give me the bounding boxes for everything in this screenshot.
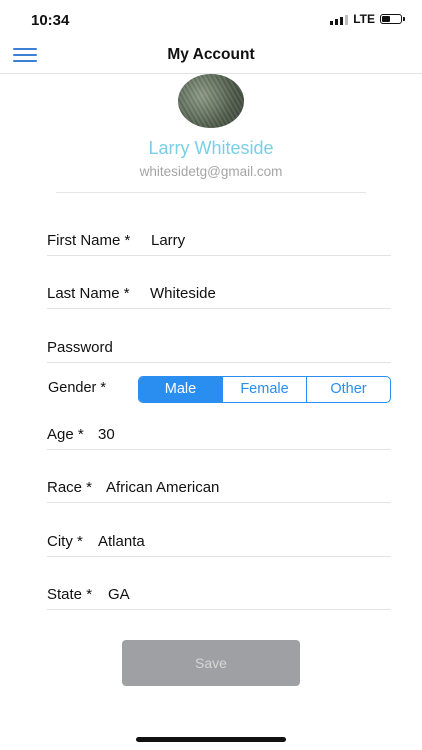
- state-value[interactable]: GA: [108, 586, 130, 603]
- status-time: 10:34: [31, 12, 70, 29]
- nav-bar: My Account: [0, 40, 422, 74]
- state-label: State *: [47, 586, 93, 603]
- first-name-field[interactable]: First Name * Larry: [47, 225, 391, 256]
- race-value[interactable]: African American: [106, 479, 219, 496]
- avatar[interactable]: [178, 74, 244, 128]
- age-field[interactable]: Age * 30: [47, 419, 391, 450]
- gender-segmented-control[interactable]: Male Female Other: [138, 376, 391, 403]
- network-type: LTE: [353, 12, 375, 26]
- state-field[interactable]: State * GA: [47, 579, 391, 610]
- profile-divider: [56, 192, 366, 193]
- first-name-label: First Name *: [47, 232, 131, 249]
- battery-icon: [380, 14, 405, 24]
- first-name-value[interactable]: Larry: [151, 232, 185, 249]
- race-field[interactable]: Race * African American: [47, 472, 391, 503]
- gender-option-female[interactable]: Female: [222, 377, 306, 402]
- profile-email: whitesidetg@gmail.com: [139, 164, 283, 179]
- gender-option-male[interactable]: Male: [139, 377, 222, 402]
- race-label: Race *: [47, 479, 93, 496]
- page-title: My Account: [167, 46, 255, 63]
- save-button[interactable]: Save: [122, 640, 300, 686]
- status-bar: 10:34 LTE: [0, 0, 422, 40]
- password-field[interactable]: Password: [47, 332, 391, 363]
- gender-label: Gender *: [48, 380, 107, 396]
- signal-icon: [330, 14, 349, 25]
- city-label: City *: [47, 533, 83, 550]
- last-name-field[interactable]: Last Name * Whiteside: [47, 278, 391, 309]
- profile-name: Larry Whiteside: [148, 138, 274, 158]
- last-name-label: Last Name *: [47, 285, 130, 302]
- status-indicators: LTE: [330, 12, 405, 26]
- last-name-value[interactable]: Whiteside: [150, 285, 216, 302]
- city-field[interactable]: City * Atlanta: [47, 526, 391, 557]
- password-label: Password: [47, 339, 113, 356]
- home-indicator: [136, 737, 286, 742]
- gender-option-other[interactable]: Other: [306, 377, 390, 402]
- age-value[interactable]: 30: [98, 426, 115, 443]
- age-label: Age *: [47, 426, 84, 443]
- city-value[interactable]: Atlanta: [98, 533, 145, 550]
